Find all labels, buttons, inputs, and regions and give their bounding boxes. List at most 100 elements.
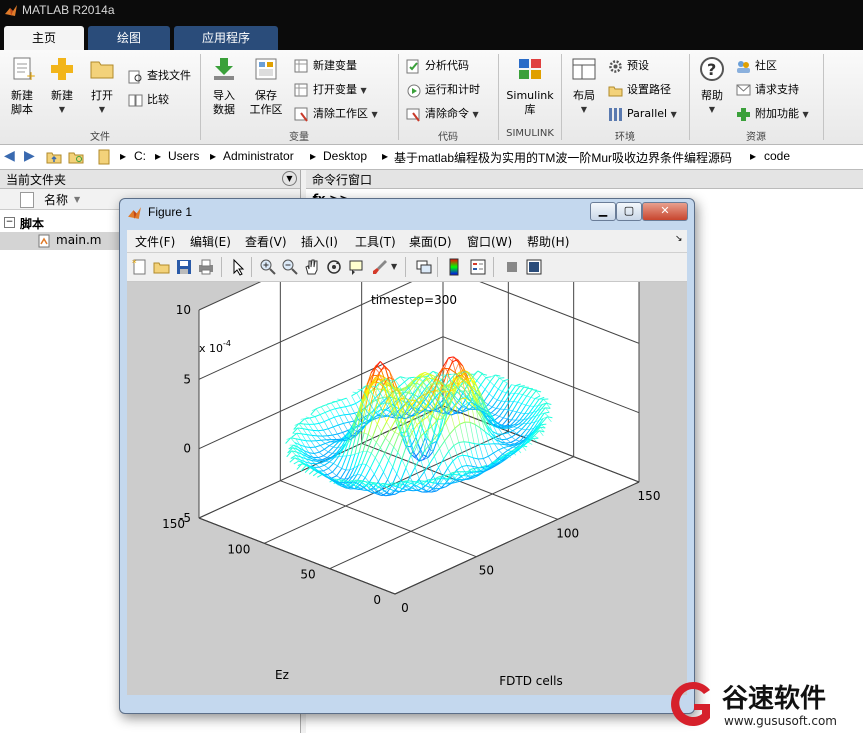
compare-button[interactable]: 比较 — [128, 90, 169, 110]
path-segment-desktop[interactable]: Desktop — [323, 149, 367, 163]
new-figure-icon[interactable]: * — [131, 258, 149, 276]
file-type-column-icon — [20, 192, 34, 208]
browse-folder-icon[interactable] — [68, 149, 84, 165]
address-bar[interactable]: ◀ ▶ ▸ C: ▸ Users ▸ Administrator ▸ Deskt… — [0, 145, 863, 170]
collapse-icon[interactable]: − — [4, 217, 15, 228]
group-label-resources: 资源 — [746, 132, 766, 143]
minimize-button[interactable]: ▁ — [590, 202, 616, 221]
menu-desktop[interactable]: 桌面(D) — [409, 233, 452, 250]
surface-mesh-segment — [346, 455, 351, 457]
import-data-button[interactable]: 导入 数据 — [204, 56, 244, 117]
dock-arrow-icon[interactable]: ↘ — [675, 234, 683, 244]
menu-window[interactable]: 窗口(W) — [467, 233, 512, 250]
file-name: main.m — [56, 233, 102, 247]
up-folder-icon[interactable] — [46, 149, 62, 165]
analyze-code-button[interactable]: 分析代码 — [406, 56, 469, 76]
surface-mesh-segment — [464, 478, 470, 480]
data-cursor-icon[interactable] — [347, 258, 365, 276]
path-segment-users[interactable]: Users — [168, 149, 199, 163]
back-arrow-icon[interactable]: ◀ — [4, 148, 15, 164]
path-sep: ▸ — [210, 149, 217, 163]
menu-file[interactable]: 文件(F) — [135, 233, 175, 250]
addons-button[interactable]: 附加功能 ▼ — [736, 104, 809, 124]
simulink-library-button[interactable]: Simulink 库 — [504, 56, 556, 117]
svg-text:?: ? — [707, 60, 716, 79]
request-support-button[interactable]: 请求支持 — [736, 80, 799, 100]
find-files-button[interactable]: 查找文件 — [128, 66, 191, 86]
z-tick-label: -5 — [179, 511, 191, 525]
toolbar-divider — [251, 257, 252, 277]
path-segment-drive[interactable]: C: — [134, 149, 146, 163]
run-and-time-button[interactable]: 运行和计时 — [406, 80, 480, 100]
community-label: 社区 — [755, 59, 777, 72]
help-button[interactable]: ? 帮助 ▼ — [692, 56, 732, 117]
parallel-button[interactable]: Parallel ▼ — [608, 104, 677, 124]
watermark: 谷速软件 www.gususoft.com — [662, 676, 863, 733]
open-button[interactable]: 打开 ▼ — [82, 56, 122, 117]
tab-label: 主页 — [31, 31, 56, 45]
x-tick-label: 0 — [401, 601, 409, 615]
menu-insert[interactable]: 插入(I) — [301, 233, 338, 250]
tab-apps[interactable]: 应用程序 — [174, 26, 278, 50]
pan-icon[interactable] — [303, 258, 321, 276]
tab-home[interactable]: 主页 — [4, 26, 84, 50]
clear-commands-button[interactable]: 清除命令 ▼ — [406, 104, 479, 124]
surface-plot[interactable]: 050100150050100150-50510 timestep=300 x … — [127, 197, 687, 695]
legend-icon[interactable] — [469, 258, 487, 276]
show-plot-tools-icon[interactable] — [525, 258, 543, 276]
figure-canvas[interactable]: 0 50 100 150 0 50 100 150 -5 0 5 10 timestep=300 x … — [127, 197, 687, 695]
analyze-code-label: 分析代码 — [425, 59, 469, 72]
community-icon — [737, 60, 750, 73]
chevron-down-icon[interactable]: ▼ — [391, 262, 397, 271]
surface-mesh-segment — [462, 475, 469, 477]
preferences-button[interactable]: 预设 — [608, 56, 649, 76]
colorbar-icon[interactable] — [445, 258, 463, 276]
brush-icon[interactable] — [371, 258, 389, 276]
rotate-icon[interactable] — [325, 258, 343, 276]
chevron-down-icon: ▼ — [360, 86, 367, 95]
forward-arrow-icon[interactable]: ▶ — [24, 148, 35, 164]
hide-plot-tools-icon[interactable] — [503, 258, 521, 276]
save-workspace-button[interactable]: 保存 工作区 — [244, 56, 288, 117]
new-button[interactable]: 新建 ▼ — [42, 56, 82, 117]
link-icon[interactable] — [415, 258, 433, 276]
zoom-in-icon[interactable] — [259, 258, 277, 276]
path-segment-folder[interactable]: 基于matlab编程极为实用的TM波一阶Mur吸收边界条件编程源码 — [394, 149, 732, 166]
figure-window[interactable]: Figure 1 ▁ ▢ ✕ 文件(F) 编辑(E) 查看(V) 插入(I) 工… — [119, 197, 695, 714]
menu-help[interactable]: 帮助(H) — [527, 233, 569, 250]
menu-edit[interactable]: 编辑(E) — [190, 233, 231, 250]
addons-icon — [737, 107, 750, 121]
sort-arrow-icon: ▼ — [74, 195, 81, 204]
maximize-button[interactable]: ▢ — [616, 202, 642, 221]
path-segment-code[interactable]: code — [764, 149, 790, 163]
pointer-icon[interactable] — [229, 258, 247, 276]
layout-button[interactable]: 布局 ▼ — [564, 56, 604, 117]
new-script-button[interactable]: + 新建 脚本 — [2, 56, 42, 117]
figure-toolbar: * ▼ — [127, 253, 687, 282]
menu-tools[interactable]: 工具(T) — [355, 233, 396, 250]
clear-workspace-button[interactable]: 清除工作区 ▼ — [294, 104, 378, 124]
z-tick-label: 0 — [183, 442, 191, 456]
gear-icon — [609, 59, 622, 73]
menu-view[interactable]: 查看(V) — [245, 233, 287, 250]
community-button[interactable]: 社区 — [736, 56, 777, 76]
panel-menu-icon[interactable]: ▼ — [282, 171, 297, 186]
surface-mesh-segment — [520, 435, 525, 437]
set-path-button[interactable]: 设置路径 — [608, 80, 671, 100]
tab-plots[interactable]: 绘图 — [88, 26, 170, 50]
tab-label: 应用程序 — [201, 31, 250, 45]
chevron-down-icon: ▼ — [708, 105, 716, 114]
zoom-out-icon[interactable] — [281, 258, 299, 276]
run-and-time-icon — [407, 84, 421, 97]
surface-mesh-segment — [514, 423, 519, 425]
save-icon[interactable] — [175, 258, 193, 276]
save-workspace-label-2: 工作区 — [249, 103, 283, 116]
open-icon[interactable] — [153, 258, 171, 276]
close-button[interactable]: ✕ — [642, 202, 688, 221]
new-variable-button[interactable]: 新建变量 — [294, 56, 357, 76]
surface-mesh-segment — [344, 413, 350, 416]
open-variable-button[interactable]: 打开变量 ▼ — [294, 80, 367, 100]
print-icon[interactable] — [197, 258, 215, 276]
surface-mesh-segment — [504, 409, 509, 411]
path-segment-administrator[interactable]: Administrator — [223, 149, 294, 163]
